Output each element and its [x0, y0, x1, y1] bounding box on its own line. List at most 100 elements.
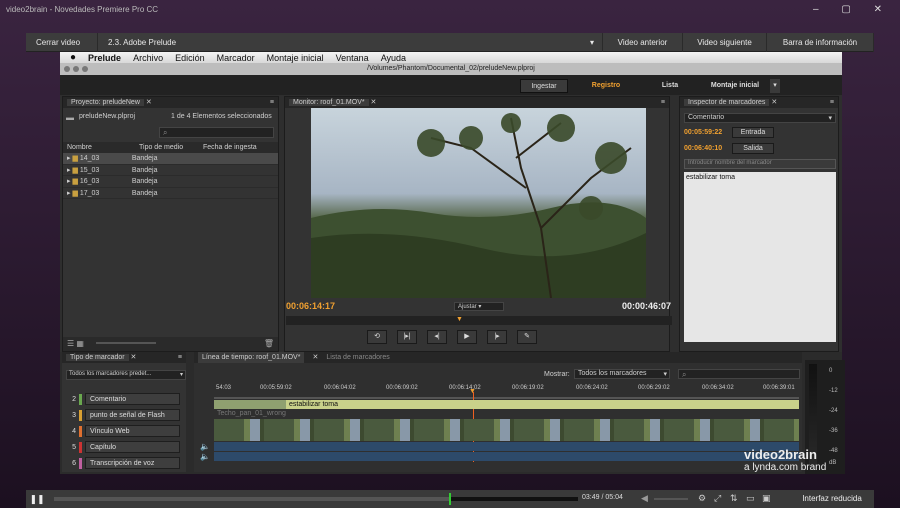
expand-icon[interactable]: ▸ — [63, 155, 71, 162]
panel-menu-icon[interactable]: ≡ — [830, 97, 834, 108]
playhead-icon[interactable]: ▼ — [469, 388, 476, 395]
marker-name-input[interactable]: Introducir nombre del marcador — [684, 159, 836, 169]
marker-type-select[interactable]: Comentario ▾ — [684, 113, 836, 123]
col-name[interactable]: Nombre — [63, 142, 139, 153]
marker-list-tab[interactable]: Lista de marcadores — [326, 352, 389, 363]
out-button[interactable]: Salida — [732, 143, 774, 154]
in-timecode[interactable]: 00:05:59:22 — [684, 129, 722, 136]
menu-ventana[interactable]: Ventana — [336, 53, 369, 63]
list-item[interactable]: 3 punto de señal de Flash — [68, 409, 180, 421]
rough-cut-button[interactable]: Montaje inicial — [700, 79, 770, 93]
in-out-button[interactable]: |▸| — [397, 330, 417, 344]
loop-button[interactable]: ⟲ — [367, 330, 387, 344]
timeline-search-input[interactable]: ⌕ — [678, 369, 800, 379]
window-controls[interactable]: – ▢ ✕ — [813, 4, 892, 15]
chapter-select[interactable]: 2.3. Adobe Prelude ▾ — [98, 33, 603, 52]
chevron-down-icon: ▾ — [663, 371, 667, 378]
expand-icon[interactable]: ▸ — [63, 190, 71, 197]
settings-gear-icon[interactable]: ⚙ — [698, 493, 706, 504]
show-filter-select[interactable]: Todos los marcadores ▾ — [574, 369, 670, 379]
out-timecode[interactable]: 00:06:40:10 — [684, 145, 722, 152]
chevron-down-icon: ▾ — [179, 372, 183, 378]
monitor-tab[interactable]: Monitor: roof_01.MOV* ✕ ≡ — [285, 97, 669, 108]
col-type[interactable]: Tipo de medio — [139, 142, 203, 153]
speaker-icon[interactable]: 🔈 — [200, 442, 210, 451]
timeline-ruler[interactable]: 54:03 00:05:59:02 00:06:04:02 00:06:09:0… — [214, 385, 799, 397]
apple-icon[interactable]: ● — [70, 52, 76, 63]
audio-track-1[interactable] — [214, 442, 799, 451]
log-mode-button[interactable]: Registro — [580, 79, 632, 93]
panel-menu-icon[interactable]: ≡ — [661, 97, 665, 108]
marker-color-swatch — [79, 441, 82, 453]
expand-icon[interactable]: ▸ — [63, 167, 71, 174]
playhead-icon[interactable]: ▼ — [456, 316, 463, 323]
reduced-interface-button[interactable]: Interfaz reducida — [790, 490, 874, 508]
zoom-slider[interactable] — [96, 341, 157, 344]
menu-prelude[interactable]: Prelude — [88, 53, 121, 63]
panel-menu-icon[interactable]: ≡ — [270, 97, 274, 108]
project-tab[interactable]: Proyecto: preludeNew ✕ ≡ — [63, 97, 278, 108]
list-item[interactable]: 4 Vínculo Web — [68, 425, 180, 437]
menu-edicion[interactable]: Edición — [175, 53, 205, 63]
col-date[interactable]: Fecha de ingesta — [203, 142, 257, 153]
prev-video-button[interactable]: Video anterior — [603, 33, 683, 52]
progress-track[interactable] — [54, 493, 578, 505]
close-icon[interactable]: ✕ — [312, 352, 318, 363]
menu-marcador[interactable]: Marcador — [217, 53, 255, 63]
volume-icon[interactable]: ◀ — [641, 493, 648, 504]
pause-button[interactable]: ❚❚ — [26, 490, 48, 508]
progress-head[interactable] — [448, 493, 451, 505]
sort-icon[interactable]: ⇅ — [730, 493, 738, 504]
comment-marker[interactable]: estabilizar toma — [286, 400, 799, 409]
marker-filter-select[interactable]: Todos los marcadores predet... ▾ — [66, 370, 186, 380]
video-track-thumbnails[interactable] — [214, 419, 799, 441]
chevron-down-icon[interactable]: ▾ — [770, 79, 780, 93]
menu-archivo[interactable]: Archivo — [133, 53, 163, 63]
close-video-button[interactable]: Cerrar video — [26, 33, 98, 52]
current-timecode[interactable]: 00:06:14:17 — [286, 301, 335, 311]
fit-select[interactable]: Ajustar ▾ — [454, 302, 504, 311]
in-button[interactable]: Entrada — [732, 127, 774, 138]
video-frame[interactable] — [311, 108, 646, 298]
timeline-tabs: Línea de tiempo: roof_01.MOV* ✕ Lista de m… — [194, 352, 802, 363]
project-path: /Volumes/Phantom/Documental_02/preludeNe… — [60, 63, 842, 75]
step-back-button[interactable]: ◂| — [427, 330, 447, 344]
list-mode-button[interactable]: Lista — [650, 79, 690, 93]
monitor-scrubber[interactable]: ▼ — [286, 316, 672, 325]
prelude-window: /Volumes/Phantom/Documental_02/preludeNe… — [60, 63, 842, 359]
icon-view-icon[interactable]: ▦ — [76, 339, 84, 348]
marker-type-tab[interactable]: Tipo de marcador ✕ ≡ — [62, 352, 186, 363]
list-item[interactable]: ▸ ▆ 16_03 Bandeja — [63, 176, 278, 188]
project-search-input[interactable]: ⌕ — [159, 127, 274, 138]
chevron-down-icon: ▾ — [828, 115, 832, 122]
menu-ayuda[interactable]: Ayuda — [381, 53, 406, 63]
timeline-tab[interactable]: Línea de tiempo: roof_01.MOV* — [198, 352, 305, 363]
list-item[interactable]: ▸ ▆ 14_03 Bandeja — [63, 153, 278, 165]
step-forward-button[interactable]: |▸ — [487, 330, 507, 344]
marker-comment-field[interactable]: estabilizar toma — [684, 172, 836, 342]
speaker-icon[interactable]: 🔈 — [200, 452, 210, 461]
list-view-icon[interactable]: ☰ — [67, 339, 74, 348]
volume-slider[interactable] — [654, 498, 688, 500]
list-item[interactable]: ▸ ▆ 17_03 Bandeja — [63, 188, 278, 199]
folder-icon[interactable]: ▭ — [746, 493, 755, 504]
audio-track-2[interactable] — [214, 452, 799, 461]
delete-icon[interactable]: 🗑 — [264, 339, 274, 348]
panel-menu-icon[interactable]: ≡ — [178, 352, 182, 363]
screen-icon[interactable]: ▣ — [762, 493, 771, 504]
menu-montaje[interactable]: Montaje inicial — [267, 53, 324, 63]
ingest-button[interactable]: Ingestar — [520, 79, 568, 93]
info-bar-button[interactable]: Barra de información — [767, 33, 874, 52]
list-item[interactable]: 5 Capítulo — [68, 441, 180, 453]
bin-icon: ▆ — [72, 178, 78, 185]
inspector-tab[interactable]: Inspector de marcadores ✕ ≡ — [680, 97, 838, 108]
fullscreen-icon[interactable]: ⤢ — [714, 493, 721, 504]
expand-icon[interactable]: ▸ — [63, 178, 71, 185]
next-video-button[interactable]: Video siguiente — [683, 33, 767, 52]
traffic-lights[interactable] — [64, 66, 88, 72]
settings-wrench-icon[interactable]: ✎ — [517, 330, 537, 344]
list-item[interactable]: ▸ ▆ 15_03 Bandeja — [63, 165, 278, 176]
list-item[interactable]: 6 Transcripción de voz — [68, 457, 180, 469]
play-button[interactable]: ▶ — [457, 330, 477, 344]
list-item[interactable]: 2 Comentario — [68, 393, 180, 405]
